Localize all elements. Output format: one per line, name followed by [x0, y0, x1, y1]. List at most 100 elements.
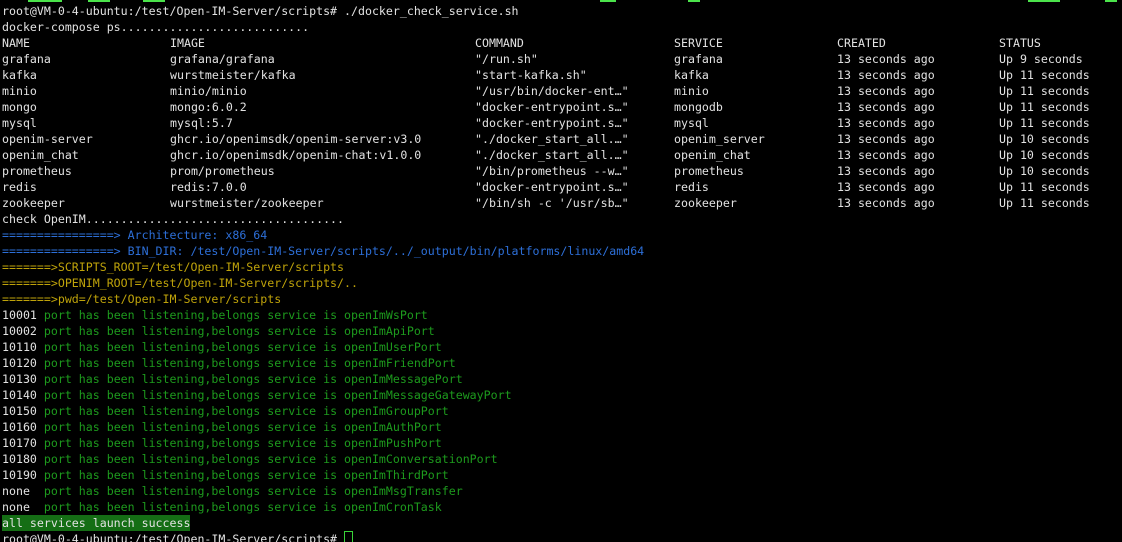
- table-cell: 13 seconds ago: [837, 195, 935, 211]
- port-status-line: 10140 port has been listening,belongs se…: [2, 387, 1122, 403]
- table-row: grafanagrafana/grafana"/run.sh"grafana13…: [2, 51, 1122, 67]
- port-number: 10120: [2, 356, 44, 370]
- port-number: none: [2, 484, 44, 498]
- table-cell: zookeeper: [2, 195, 65, 211]
- table-cell: openim_chat: [2, 147, 79, 163]
- table-cell: wurstmeister/kafka: [170, 67, 296, 83]
- port-message: port has been listening,belongs service …: [44, 500, 442, 514]
- table-cell: mysql:5.7: [170, 115, 233, 131]
- port-check-list: 10001 port has been listening,belongs se…: [2, 307, 1122, 515]
- table-cell: mysql: [2, 115, 37, 131]
- table-cell: 13 seconds ago: [837, 147, 935, 163]
- table-cell: "/bin/sh -c '/usr/sb…": [475, 195, 629, 211]
- port-message: port has been listening,belongs service …: [44, 436, 442, 450]
- clipped-text-fragment: [1028, 0, 1060, 2]
- table-cell: minio: [2, 83, 37, 99]
- command-text: ./docker_check_service.sh: [337, 4, 518, 18]
- table-cell: Up 10 seconds: [999, 131, 1090, 147]
- table-cell: redis:7.0.0: [170, 179, 247, 195]
- docker-ps-table: NAME IMAGE COMMAND SERVICE CREATED STATUS graf…: [2, 35, 1122, 211]
- port-status-line: 10180 port has been listening,belongs se…: [2, 451, 1122, 467]
- port-message: port has been listening,belongs service …: [44, 356, 456, 370]
- pwd-line: =======>pwd=/test/Open-IM-Server/scripts: [2, 291, 1122, 307]
- table-row: prometheusprom/prometheus"/bin/prometheu…: [2, 163, 1122, 179]
- table-cell: redis: [2, 179, 37, 195]
- shell-prompt: root@VM-0-4-ubuntu:/test/Open-IM-Server/…: [2, 4, 337, 18]
- shell-prompt: root@VM-0-4-ubuntu:/test/Open-IM-Server/…: [2, 532, 337, 542]
- column-header: NAME: [2, 35, 30, 51]
- table-cell: Up 11 seconds: [999, 83, 1090, 99]
- table-cell: "/bin/prometheus --w…": [475, 163, 629, 179]
- port-number: 10130: [2, 372, 44, 386]
- table-cell: Up 11 seconds: [999, 115, 1090, 131]
- port-message: port has been listening,belongs service …: [44, 308, 428, 322]
- check-openim-line: check OpenIM............................…: [2, 211, 1122, 227]
- table-cell: openim-server: [2, 131, 93, 147]
- port-status-line: none port has been listening,belongs ser…: [2, 483, 1122, 499]
- column-header: STATUS: [999, 35, 1041, 51]
- port-message: port has been listening,belongs service …: [44, 340, 442, 354]
- port-message: port has been listening,belongs service …: [44, 452, 498, 466]
- table-cell: 13 seconds ago: [837, 115, 935, 131]
- success-line: all services launch success: [2, 515, 1122, 531]
- terminal-window[interactable]: root@VM-0-4-ubuntu:/test/Open-IM-Server/…: [0, 0, 1122, 542]
- table-cell: grafana: [674, 51, 723, 67]
- prompt-line-bottom: root@VM-0-4-ubuntu:/test/Open-IM-Server/…: [2, 531, 1122, 542]
- port-status-line: 10160 port has been listening,belongs se…: [2, 419, 1122, 435]
- port-message: port has been listening,belongs service …: [44, 468, 449, 482]
- prompt-line: root@VM-0-4-ubuntu:/test/Open-IM-Server/…: [2, 3, 1122, 19]
- scripts-root-line: =======>SCRIPTS_ROOT=/test/Open-IM-Serve…: [2, 259, 1122, 275]
- architecture-line: ================> Architecture: x86_64: [2, 227, 1122, 243]
- table-cell: "./docker_start_all.…": [475, 131, 629, 147]
- column-header: COMMAND: [475, 35, 524, 51]
- clipped-text-fragment: [688, 0, 700, 2]
- openim-root-line: =======>OPENIM_ROOT=/test/Open-IM-Server…: [2, 275, 1122, 291]
- table-cell: Up 10 seconds: [999, 163, 1090, 179]
- table-cell: grafana/grafana: [170, 51, 275, 67]
- table-cell: Up 11 seconds: [999, 179, 1090, 195]
- clipped-text-fragment: [28, 0, 62, 2]
- table-row: zookeeperwurstmeister/zookeeper"/bin/sh …: [2, 195, 1122, 211]
- table-cell: "docker-entrypoint.s…": [475, 99, 629, 115]
- table-cell: 13 seconds ago: [837, 131, 935, 147]
- table-row: openim_chat ghcr.io/openimsdk/openim-chat…: [2, 147, 1122, 163]
- table-cell: kafka: [674, 67, 709, 83]
- column-header: SERVICE: [674, 35, 723, 51]
- table-cell: prometheus: [2, 163, 72, 179]
- table-cell: "docker-entrypoint.s…": [475, 179, 629, 195]
- port-message: port has been listening,belongs service …: [44, 372, 463, 386]
- table-cell: mongo: [2, 99, 37, 115]
- table-cell: 13 seconds ago: [837, 67, 935, 83]
- table-cell: "./docker_start_all.…": [475, 147, 629, 163]
- port-status-line: none port has been listening,belongs ser…: [2, 499, 1122, 515]
- column-header: IMAGE: [170, 35, 205, 51]
- clipped-text-fragment: [600, 0, 616, 2]
- table-cell: openim_server: [674, 131, 765, 147]
- table-cell: kafka: [2, 67, 37, 83]
- table-cell: mongo:6.0.2: [170, 99, 247, 115]
- port-number: 10170: [2, 436, 44, 450]
- clipped-text-fragment: [88, 0, 110, 2]
- table-cell: ghcr.io/openimsdk/openim-server:v3.0: [170, 131, 421, 147]
- table-cell: Up 11 seconds: [999, 67, 1090, 83]
- port-message: port has been listening,belongs service …: [44, 404, 449, 418]
- table-cell: ghcr.io/openimsdk/openim-chat:v1.0.0: [170, 147, 421, 163]
- port-message: port has been listening,belongs service …: [44, 388, 512, 402]
- terminal-output: root@VM-0-4-ubuntu:/test/Open-IM-Server/…: [2, 3, 1122, 542]
- table-header-row: NAME IMAGE COMMAND SERVICE CREATED STATUS: [2, 35, 1122, 51]
- table-cell: 13 seconds ago: [837, 51, 935, 67]
- table-row: mongo mongo:6.0.2 "docker-entrypoint.s…" mo…: [2, 99, 1122, 115]
- terminal-cursor: [344, 531, 353, 542]
- success-badge: all services launch success: [2, 515, 190, 531]
- column-header: CREATED: [837, 35, 886, 51]
- table-row: kafkawurstmeister/kafka"start-kafka.sh"k…: [2, 67, 1122, 83]
- port-status-line: 10001 port has been listening,belongs se…: [2, 307, 1122, 323]
- port-number: 10190: [2, 468, 44, 482]
- port-number: 10160: [2, 420, 44, 434]
- port-message: port has been listening,belongs service …: [44, 324, 435, 338]
- table-cell: mongodb: [674, 99, 723, 115]
- port-status-line: 10120 port has been listening,belongs se…: [2, 355, 1122, 371]
- bindir-line: ================> BIN_DIR: /test/Open-IM…: [2, 243, 1122, 259]
- table-cell: 13 seconds ago: [837, 99, 935, 115]
- table-cell: redis: [674, 179, 709, 195]
